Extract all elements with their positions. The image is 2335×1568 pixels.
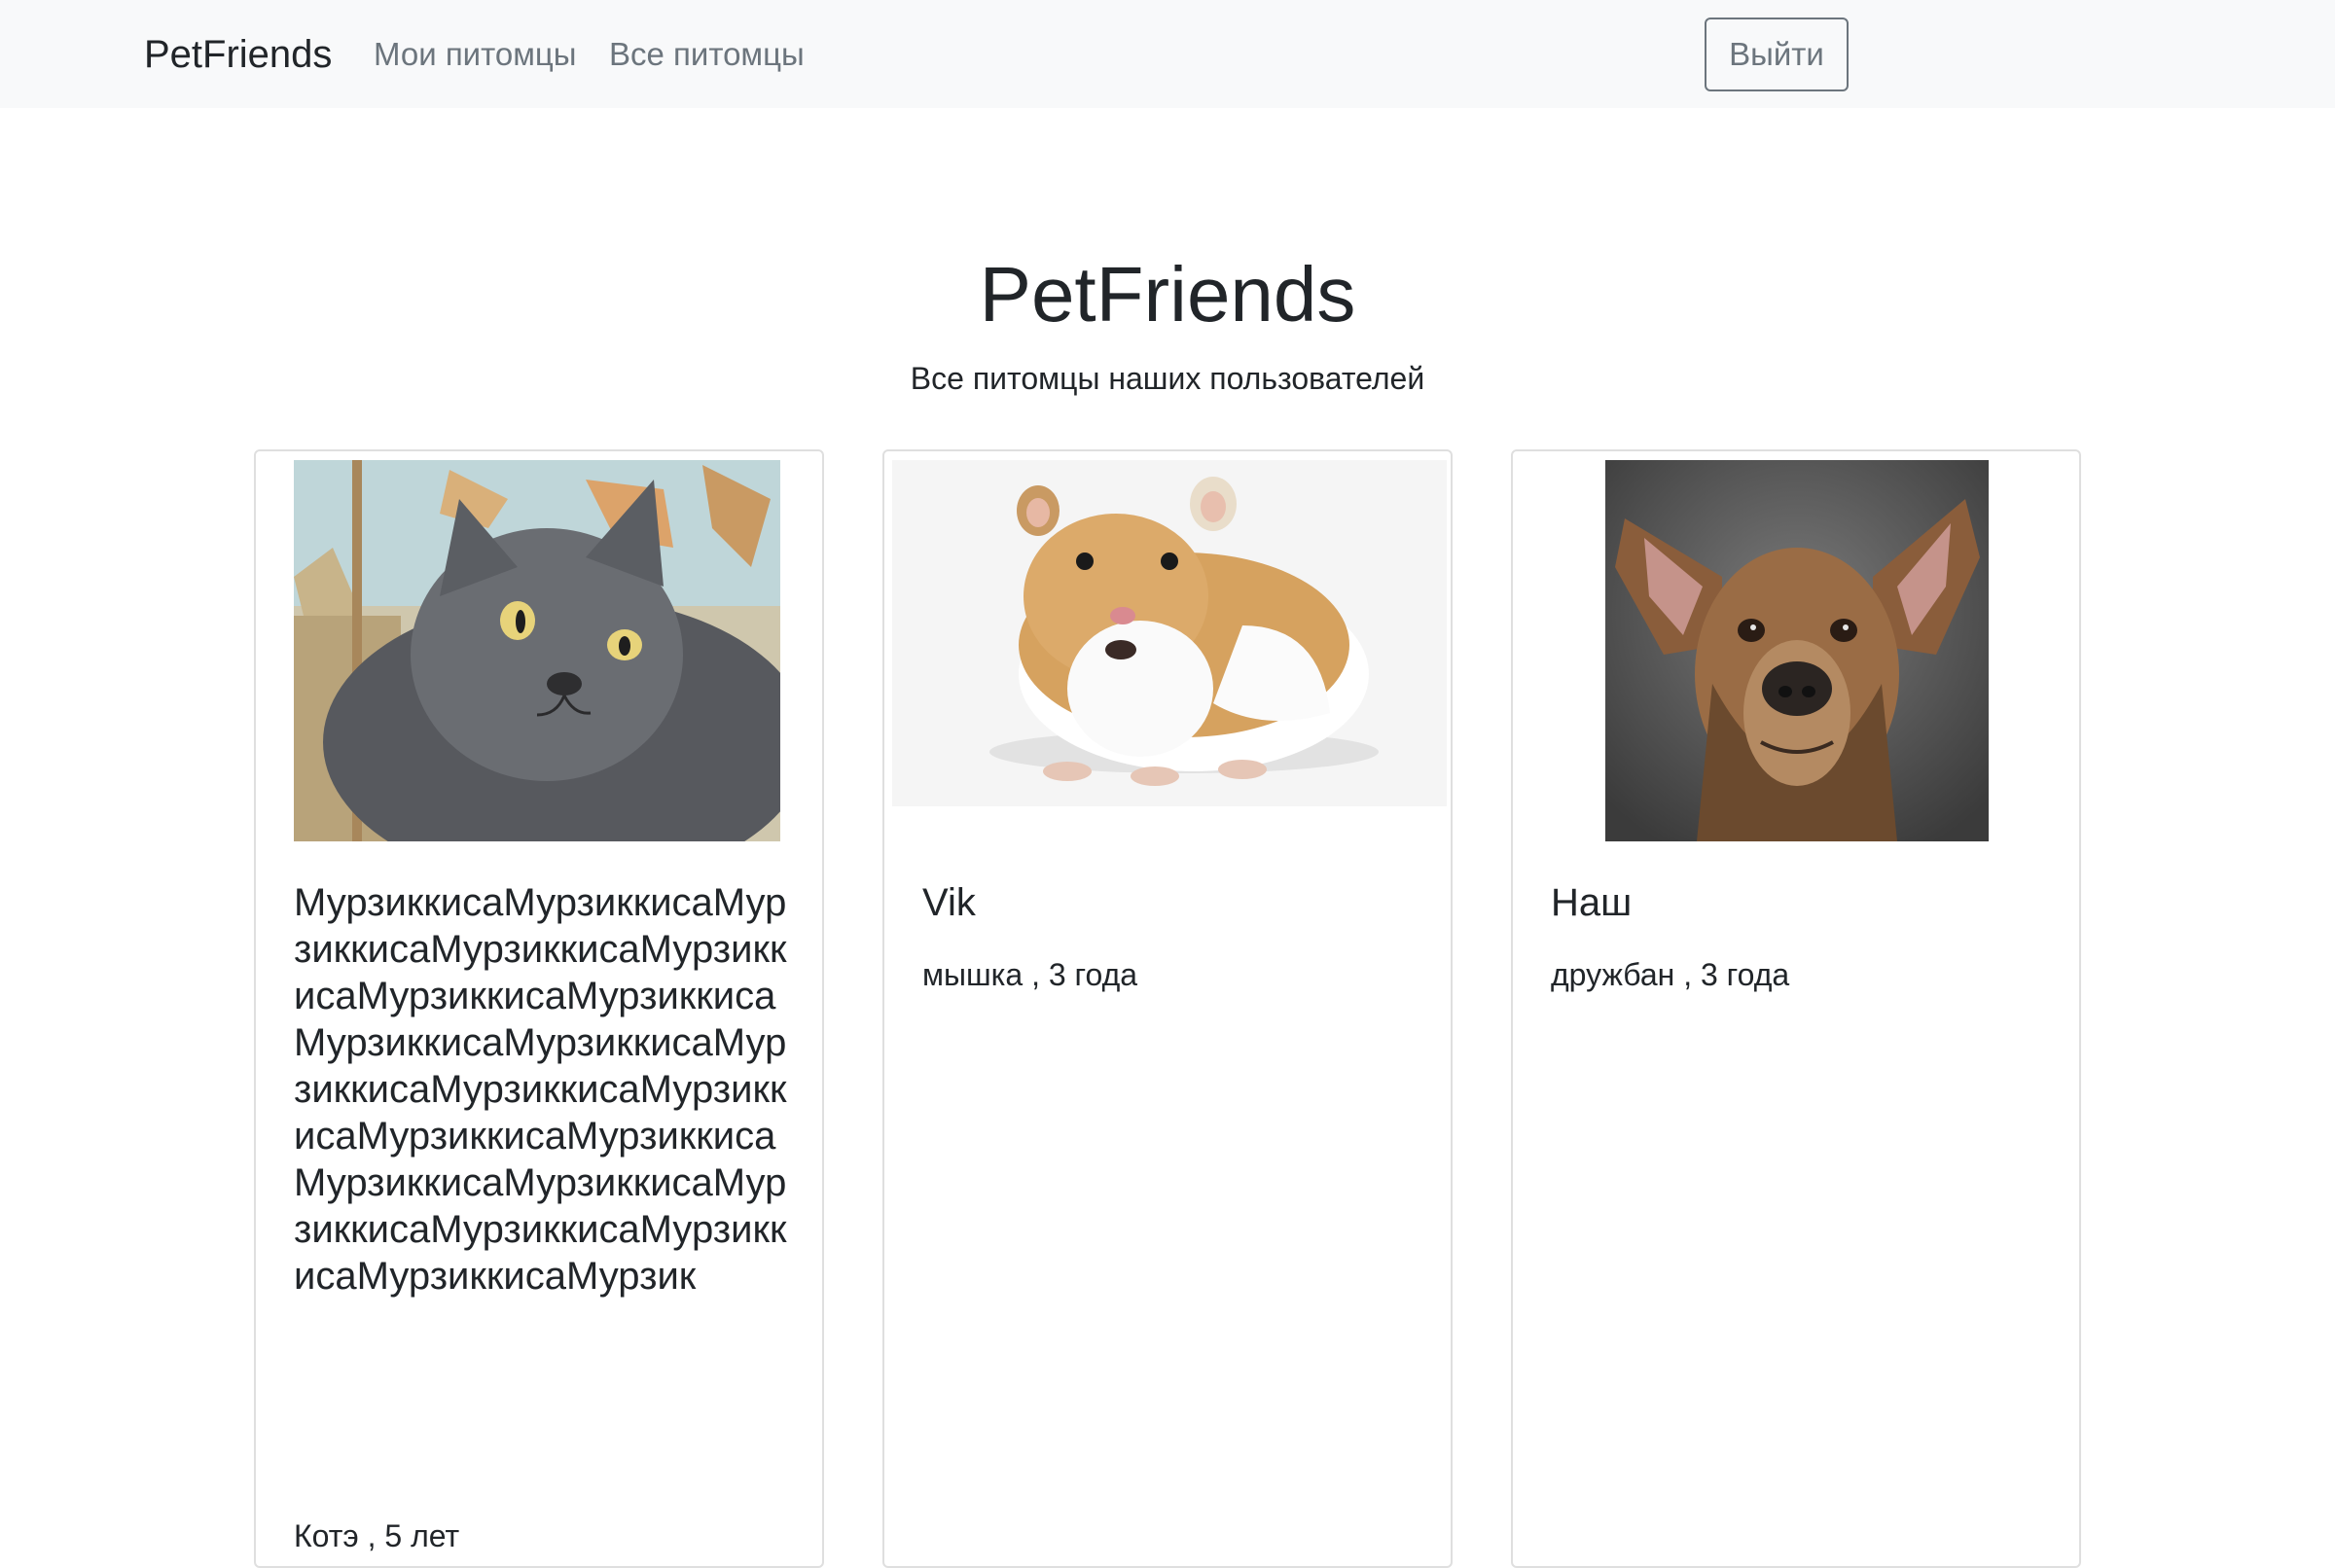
pet-photo-dog: [1605, 460, 1989, 841]
nav-link-my-pets[interactable]: Мои питомцы: [374, 32, 577, 77]
pet-card: МурзиккисаМурзиккисаМурзиккисаМурзиккиса…: [254, 449, 824, 1568]
pet-name: Наш: [1551, 881, 1633, 924]
top-navbar: PetFriends Мои питомцы Все питомцы Выйти: [0, 0, 2335, 108]
logout-button[interactable]: Выйти: [1705, 18, 1849, 91]
pet-info: мышка , 3 года: [922, 957, 1138, 992]
pet-info: Котэ , 5 лет: [294, 1518, 460, 1553]
pet-card: Vik мышка , 3 года: [882, 449, 1453, 1568]
pet-photo-hamster: [892, 460, 1447, 806]
navbar-brand[interactable]: PetFriends: [144, 29, 332, 80]
page-subtitle: Все питомцы наших пользователей: [910, 361, 1425, 396]
pet-info: дружбан , 3 года: [1551, 957, 1790, 992]
pet-name: Vik: [922, 881, 976, 924]
pet-name: МурзиккисаМурзиккисаМурзиккисаМурзиккиса…: [294, 881, 787, 1298]
pet-photo-cat: [294, 460, 780, 841]
page-title: PetFriends: [979, 251, 1356, 338]
nav-link-all-pets[interactable]: Все питомцы: [609, 32, 805, 77]
pet-card: Наш дружбан , 3 года: [1511, 449, 2081, 1568]
